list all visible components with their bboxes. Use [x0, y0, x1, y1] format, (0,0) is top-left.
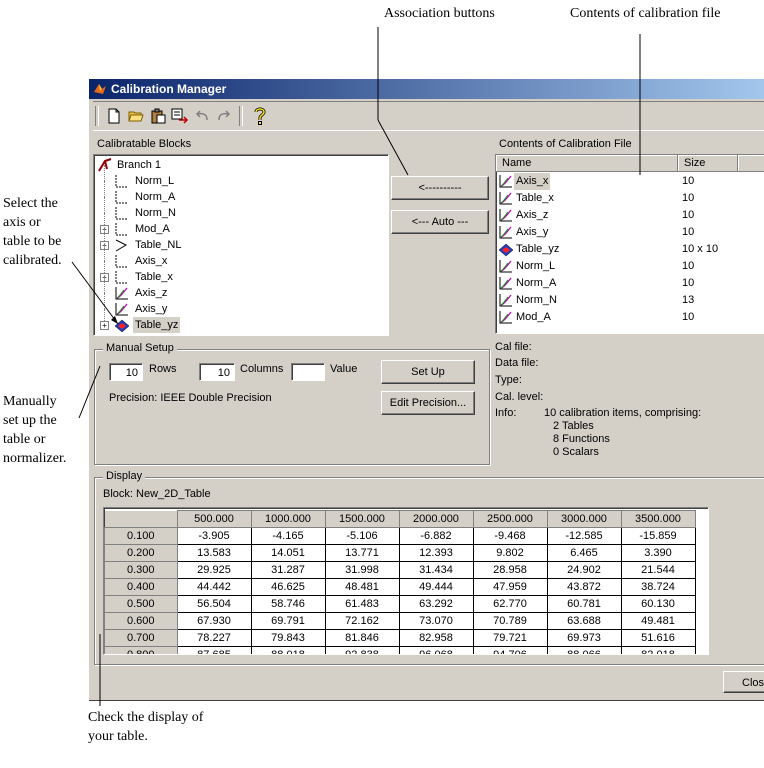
leader-line — [377, 119, 409, 176]
callout-leader-lines — [71, 27, 641, 706]
leader-arrow — [111, 316, 118, 324]
leader-line — [78, 365, 101, 419]
leader-line — [71, 261, 119, 325]
